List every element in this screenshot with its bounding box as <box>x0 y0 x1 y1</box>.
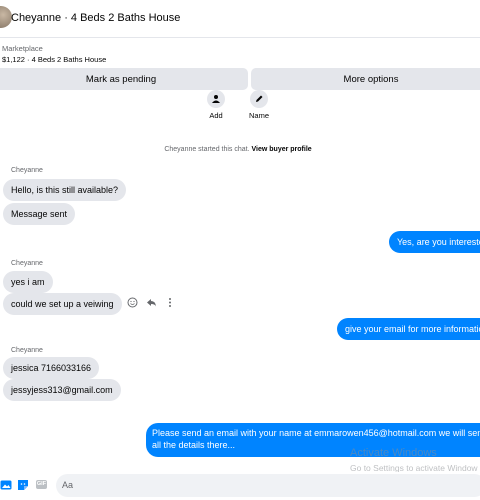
message-composer: GIF Aa <box>0 472 480 500</box>
sender-name: Cheyanne <box>11 167 43 174</box>
message-incoming[interactable]: Message sent <box>3 203 76 225</box>
gif-icon[interactable]: GIF <box>36 480 47 489</box>
reply-icon[interactable] <box>145 296 157 308</box>
message-actions <box>126 296 176 308</box>
sender-name: Cheyanne <box>11 260 43 267</box>
add-person-icon[interactable] <box>207 90 225 108</box>
add-action[interactable]: Add <box>196 90 236 120</box>
message-incoming[interactable]: jessica 7166033166 <box>3 357 100 379</box>
more-options-button[interactable]: More options <box>251 68 480 90</box>
chat-start-text: Cheyanne started this chat. <box>164 146 250 153</box>
add-label: Add <box>209 111 223 120</box>
view-buyer-profile-link[interactable]: View buyer profile <box>252 146 312 153</box>
listing-info[interactable]: Marketplace $1,122 · 4 Beds 2 Baths Hous… <box>0 42 480 68</box>
more-icon[interactable] <box>164 296 176 308</box>
chat-header: Cheyanne · 4 Beds 2 Baths House <box>0 0 480 38</box>
mark-as-pending-button[interactable]: Mark as pending <box>0 68 248 90</box>
listing-price-title: $1,122 · 4 Beds 2 Baths House <box>2 55 107 64</box>
message-outgoing[interactable]: Yes, are you intereste <box>389 231 480 253</box>
message-outgoing[interactable]: give your email for more informatio <box>337 318 480 340</box>
message-input[interactable]: Aa <box>56 474 480 497</box>
listing-label: Marketplace <box>2 44 43 53</box>
photo-icon[interactable] <box>0 479 12 491</box>
chat-title[interactable]: Cheyanne · 4 Beds 2 Baths House <box>11 12 180 24</box>
message-incoming[interactable]: Hello, is this still available? <box>3 179 127 201</box>
chat-start-notice: Cheyanne started this chat. View buyer p… <box>0 146 476 153</box>
name-label: Name <box>248 111 269 120</box>
pencil-icon[interactable] <box>250 90 268 108</box>
sticker-icon[interactable] <box>17 479 29 491</box>
message-incoming[interactable]: jessyjess313@gmail.com <box>3 379 121 401</box>
message-incoming[interactable]: yes i am <box>3 271 53 293</box>
name-action[interactable]: Name <box>239 90 279 120</box>
activation-watermark-title: Activate Windows <box>350 447 437 459</box>
emoji-icon[interactable] <box>126 296 138 308</box>
sender-name: Cheyanne <box>11 347 43 354</box>
message-incoming[interactable]: could we set up a veiwing <box>3 293 122 315</box>
message-line: Please send an email with your name at e… <box>152 428 480 438</box>
